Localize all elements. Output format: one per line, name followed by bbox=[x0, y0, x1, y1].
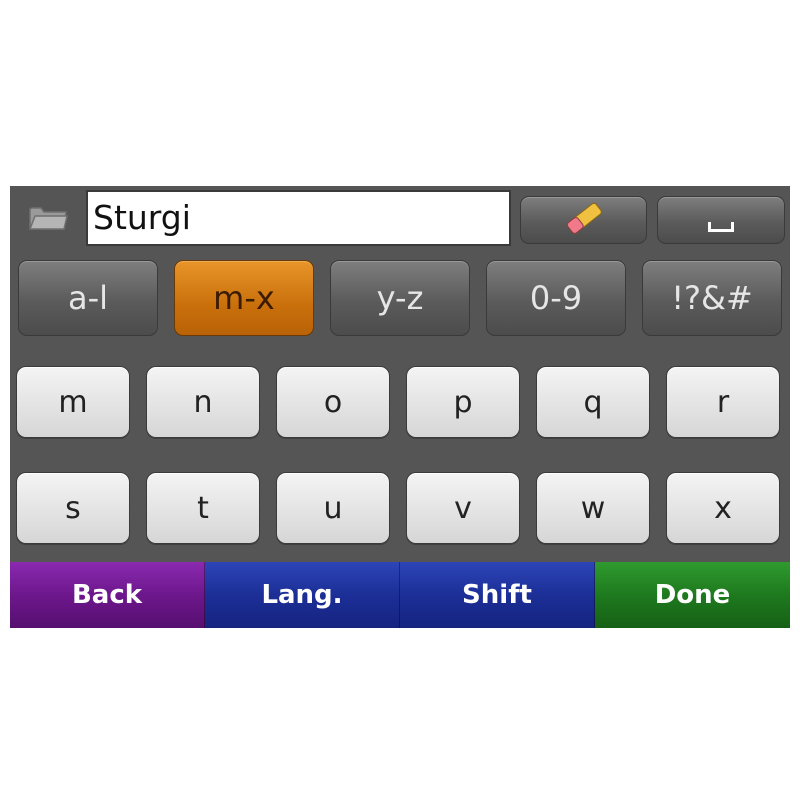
eraser-button[interactable] bbox=[520, 196, 647, 244]
group-key-y-z[interactable]: y-z bbox=[330, 260, 470, 336]
space-icon bbox=[708, 222, 734, 232]
search-input[interactable]: Sturgi bbox=[86, 190, 511, 246]
language-button[interactable]: Lang. bbox=[205, 562, 400, 628]
key-o[interactable]: o bbox=[276, 366, 390, 438]
space-button[interactable] bbox=[657, 196, 785, 244]
key-p[interactable]: p bbox=[406, 366, 520, 438]
folder-icon[interactable] bbox=[28, 203, 68, 231]
group-key-m-x[interactable]: m-x bbox=[174, 260, 314, 336]
done-button[interactable]: Done bbox=[595, 562, 790, 628]
eraser-icon bbox=[562, 202, 606, 238]
back-button[interactable]: Back bbox=[10, 562, 205, 628]
group-key-a-l[interactable]: a-l bbox=[18, 260, 158, 336]
key-u[interactable]: u bbox=[276, 472, 390, 544]
key-r[interactable]: r bbox=[666, 366, 780, 438]
keyboard-screen: Sturgi a-l m-x y-z 0-9 !?&# m n o p q r … bbox=[10, 186, 790, 628]
key-s[interactable]: s bbox=[16, 472, 130, 544]
key-w[interactable]: w bbox=[536, 472, 650, 544]
key-x[interactable]: x bbox=[666, 472, 780, 544]
key-q[interactable]: q bbox=[536, 366, 650, 438]
bottom-action-bar: Back Lang. Shift Done bbox=[10, 562, 790, 628]
group-key-symbols[interactable]: !?&# bbox=[642, 260, 782, 336]
key-n[interactable]: n bbox=[146, 366, 260, 438]
key-m[interactable]: m bbox=[16, 366, 130, 438]
shift-button[interactable]: Shift bbox=[400, 562, 595, 628]
key-v[interactable]: v bbox=[406, 472, 520, 544]
group-key-0-9[interactable]: 0-9 bbox=[486, 260, 626, 336]
key-t[interactable]: t bbox=[146, 472, 260, 544]
